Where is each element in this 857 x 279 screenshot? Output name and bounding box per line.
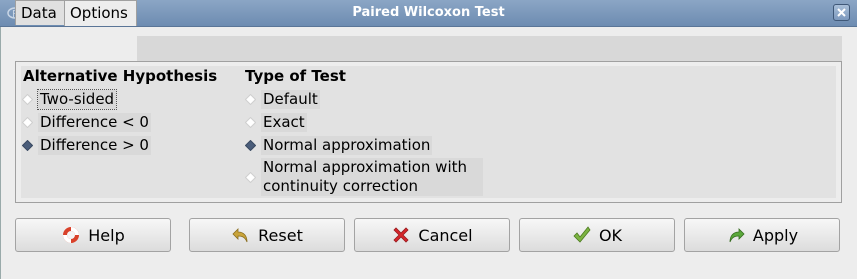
radio-difference-less[interactable]: Difference < 0 (22, 113, 151, 132)
checkmark-icon (572, 225, 592, 245)
help-label: Help (88, 225, 125, 245)
test-type-heading: Type of Test (245, 67, 346, 85)
ok-button[interactable]: OK (519, 218, 675, 252)
ok-label: OK (598, 225, 623, 245)
close-button[interactable] (833, 4, 850, 21)
apply-button[interactable]: Apply (684, 218, 840, 252)
tab-data-label: Data (21, 4, 57, 22)
default-label: Default (261, 90, 320, 109)
difference-less-label: Difference < 0 (38, 113, 151, 132)
radio-default[interactable]: Default (245, 90, 320, 109)
radio-normal-approximation[interactable]: Normal approximation (245, 136, 433, 155)
difference-greater-label: Difference > 0 (38, 136, 151, 155)
exact-label: Exact (261, 113, 307, 132)
normal-continuity-label: Normal approximation with continuity cor… (261, 158, 483, 196)
radio-two-sided[interactable]: Two-sided (22, 89, 118, 110)
apply-label: Apply (752, 225, 799, 245)
alternative-heading: Alternative Hypothesis (23, 67, 218, 85)
radio-selected-icon (245, 140, 256, 151)
radio-unselected-icon (245, 94, 256, 105)
radio-unselected-icon (245, 117, 256, 128)
cancel-label: Cancel (418, 225, 473, 245)
undo-arrow-icon (231, 225, 251, 245)
radio-unselected-icon (245, 172, 256, 183)
two-sided-label: Two-sided (36, 89, 118, 110)
reset-label: Reset (258, 225, 303, 245)
help-button[interactable]: Help (15, 218, 171, 252)
tab-strip (137, 36, 842, 62)
reset-button[interactable]: Reset (189, 218, 345, 252)
tab-data[interactable]: Data (15, 0, 65, 25)
radio-selected-icon (22, 140, 33, 151)
radio-difference-greater[interactable]: Difference > 0 (22, 136, 151, 155)
cancel-x-icon (391, 225, 411, 245)
cancel-button[interactable]: Cancel (354, 218, 510, 252)
redo-arrow-icon (726, 225, 746, 245)
close-icon (837, 8, 846, 17)
radio-normal-continuity[interactable]: Normal approximation with continuity cor… (245, 158, 485, 196)
tab-options[interactable]: Options (64, 0, 137, 26)
normal-approximation-label: Normal approximation (261, 136, 433, 155)
tab-options-label: Options (70, 4, 128, 22)
radio-unselected-icon (22, 117, 33, 128)
lifebuoy-icon (61, 225, 81, 245)
radio-exact[interactable]: Exact (245, 113, 307, 132)
radio-unselected-icon (22, 94, 33, 105)
